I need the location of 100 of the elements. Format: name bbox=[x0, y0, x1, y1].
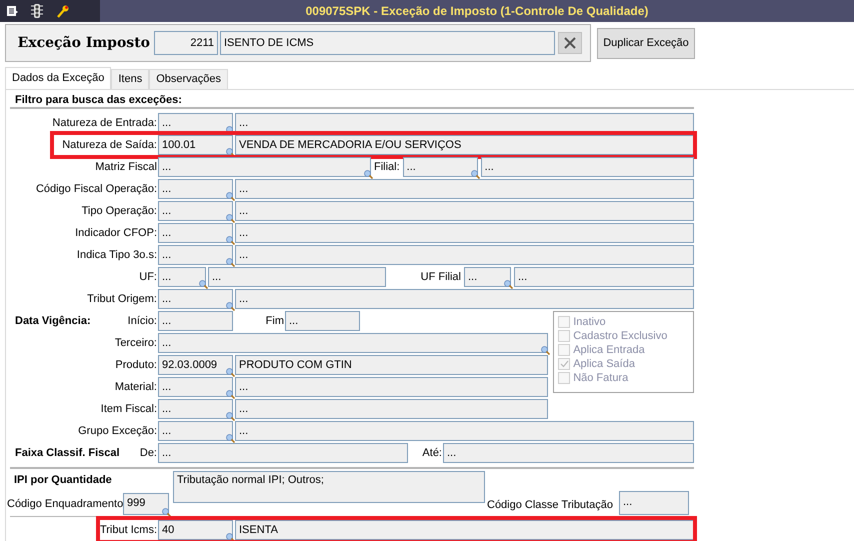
field-label: Terceiro: bbox=[114, 336, 158, 351]
search-icon[interactable] bbox=[226, 434, 235, 443]
input-field[interactable]: ... bbox=[402, 157, 478, 177]
input-field[interactable]: 100.01 bbox=[158, 135, 233, 155]
checkbox-label: Aplica Entrada bbox=[573, 342, 645, 358]
text-area[interactable]: Tributação normal IPI; Outros; bbox=[173, 471, 485, 503]
input-field[interactable]: ISENTA bbox=[235, 520, 694, 540]
field-label: Item Fiscal: bbox=[100, 402, 158, 417]
close-icon bbox=[564, 37, 576, 49]
input-field[interactable]: ... bbox=[158, 245, 233, 265]
field-label: Código Fiscal Operação: bbox=[34, 182, 158, 197]
field-label: Fim bbox=[264, 314, 285, 329]
input-field[interactable]: ... bbox=[158, 421, 233, 441]
tab[interactable]: Dados da Exceção bbox=[5, 67, 112, 89]
search-icon[interactable] bbox=[470, 170, 480, 179]
input-field[interactable]: ... bbox=[235, 421, 694, 441]
field-label: Código Enquadramento bbox=[6, 496, 123, 512]
search-icon[interactable] bbox=[226, 258, 235, 267]
search-icon[interactable] bbox=[541, 346, 550, 355]
field-label: Produto: bbox=[114, 358, 158, 373]
input-field[interactable]: 92.03.0009 bbox=[158, 355, 233, 375]
field-label: Indicador CFOP: bbox=[74, 226, 158, 241]
search-icon[interactable] bbox=[226, 148, 235, 157]
field-label: Tribut Icms: bbox=[98, 522, 158, 538]
input-field[interactable]: 999 bbox=[123, 493, 169, 515]
input-field[interactable]: ... bbox=[514, 267, 694, 287]
header-label: Exceção Imposto bbox=[16, 34, 151, 52]
search-icon[interactable] bbox=[504, 280, 513, 289]
field-label: Indica Tipo 3o.s: bbox=[76, 248, 158, 263]
input-field[interactable]: ... bbox=[235, 399, 548, 419]
input-field[interactable]: ... bbox=[235, 113, 694, 133]
search-icon[interactable] bbox=[226, 533, 235, 541]
field-label: Grupo Exceção: bbox=[77, 424, 158, 439]
search-icon[interactable] bbox=[226, 192, 235, 201]
search-icon[interactable] bbox=[226, 302, 235, 311]
field-label: UF Filial bbox=[420, 270, 462, 285]
checkbox-label: Aplica Saída bbox=[573, 356, 635, 372]
input-field[interactable]: ... bbox=[443, 443, 694, 463]
section-title: Data Vigência: bbox=[14, 314, 92, 329]
field-label: Tipo Operação: bbox=[80, 204, 158, 219]
field-label: Natureza de Saída: bbox=[61, 138, 158, 153]
search-icon[interactable] bbox=[162, 508, 171, 517]
input-field[interactable]: ... bbox=[158, 311, 233, 331]
traffic-light-icon[interactable] bbox=[30, 4, 44, 18]
section-title: Faixa Classif. Fiscal bbox=[14, 446, 121, 461]
checkmark-icon bbox=[560, 360, 569, 368]
input-field[interactable]: ... bbox=[158, 267, 206, 287]
field-label: Até: bbox=[421, 446, 443, 461]
field-label: Natureza de Entrada: bbox=[51, 116, 158, 131]
input-field[interactable]: ... bbox=[235, 201, 694, 221]
input-field[interactable]: PRODUTO COM GTIN bbox=[235, 355, 548, 375]
checkbox-label: Inativo bbox=[573, 314, 606, 330]
search-icon[interactable] bbox=[226, 214, 235, 223]
input-field[interactable]: ... bbox=[235, 179, 694, 199]
input-field[interactable]: 2211 bbox=[154, 31, 218, 55]
input-field[interactable]: ... bbox=[464, 267, 511, 287]
list-icon[interactable] bbox=[6, 5, 18, 17]
tab[interactable]: Observações bbox=[149, 69, 228, 89]
input-field[interactable]: ... bbox=[235, 289, 694, 309]
field-label: Início: bbox=[126, 314, 158, 329]
field-label: Matriz Fiscal bbox=[94, 160, 158, 175]
input-field[interactable]: ... bbox=[158, 289, 233, 309]
input-field[interactable]: ... bbox=[158, 223, 233, 243]
search-icon[interactable] bbox=[226, 390, 235, 399]
search-icon[interactable] bbox=[226, 412, 235, 421]
input-field[interactable]: ... bbox=[619, 491, 689, 515]
window-title: 009075SPK - Exceção de Imposto (1-Controle De Qualidade) bbox=[304, 3, 650, 20]
input-field[interactable]: ... bbox=[158, 201, 233, 221]
field-label: UF: bbox=[138, 270, 158, 285]
section-title: Filtro para busca das exceções: bbox=[15, 93, 183, 107]
input-field[interactable]: ... bbox=[208, 267, 386, 287]
input-field[interactable]: ... bbox=[235, 377, 548, 397]
input-field[interactable]: ... bbox=[158, 113, 233, 133]
input-field[interactable]: ... bbox=[158, 377, 233, 397]
input-field[interactable]: ... bbox=[235, 245, 694, 265]
input-field[interactable]: VENDA DE MERCADORIA E/OU SERVIÇOS bbox=[235, 135, 694, 155]
tab[interactable]: Itens bbox=[111, 69, 150, 89]
wrench-icon[interactable] bbox=[56, 4, 70, 18]
field-label: Tribut Origem: bbox=[86, 292, 158, 307]
input-field[interactable]: ... bbox=[285, 311, 360, 331]
field-label: Material: bbox=[114, 380, 158, 395]
input-field[interactable]: ... bbox=[158, 399, 233, 419]
input-field[interactable]: ... bbox=[158, 179, 233, 199]
checkbox-label: Cadastro Exclusivo bbox=[573, 328, 668, 344]
duplicate-button[interactable]: Duplicar Exceção bbox=[597, 28, 695, 58]
input-field[interactable]: ... bbox=[480, 157, 694, 177]
field-label: De: bbox=[138, 446, 158, 461]
section-title: IPI por Quantidade bbox=[13, 473, 113, 488]
input-field[interactable]: ISENTO DE ICMS bbox=[220, 31, 555, 55]
input-field[interactable]: ... bbox=[158, 443, 408, 463]
search-icon[interactable] bbox=[226, 368, 235, 377]
input-field[interactable]: 40 bbox=[158, 520, 233, 540]
field-label: Código Classe Tributação bbox=[487, 498, 614, 512]
input-field[interactable]: ... bbox=[158, 333, 548, 353]
input-field[interactable]: ... bbox=[158, 157, 371, 177]
search-icon[interactable] bbox=[364, 170, 373, 179]
search-icon[interactable] bbox=[199, 280, 208, 289]
input-field[interactable]: ... bbox=[235, 223, 694, 243]
close-button[interactable] bbox=[558, 32, 582, 54]
search-icon[interactable] bbox=[226, 236, 235, 245]
